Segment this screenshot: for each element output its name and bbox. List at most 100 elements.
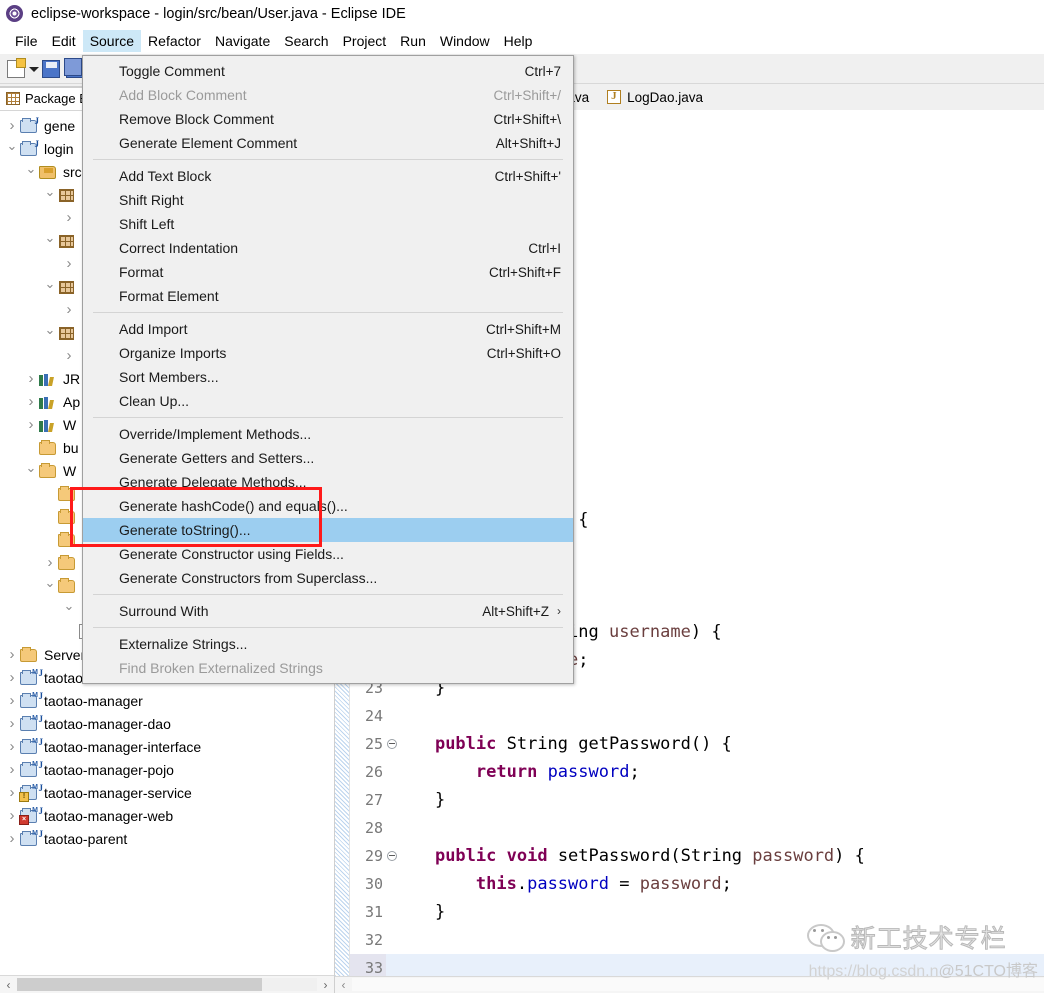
chevron-down-icon[interactable] [42, 326, 58, 340]
library-icon [39, 417, 58, 433]
menu-item-format[interactable]: Format Ctrl+Shift+F [83, 260, 573, 284]
menu-navigate[interactable]: Navigate [208, 30, 277, 52]
code-line[interactable]: this.password = password; [386, 870, 1044, 898]
menu-item-generate-getters-and-setters[interactable]: Generate Getters and Setters... [83, 446, 573, 470]
chevron-down-icon[interactable] [23, 165, 39, 179]
scroll-left-icon[interactable]: ‹ [0, 978, 17, 992]
chevron-right-icon[interactable] [61, 348, 77, 363]
tree-item-label: taotao-manager-dao [44, 715, 171, 732]
chevron-right-icon[interactable] [4, 670, 20, 685]
menu-item-shift-left[interactable]: Shift Left [83, 212, 573, 236]
menu-search[interactable]: Search [277, 30, 335, 52]
chevron-right-icon[interactable] [61, 302, 77, 317]
tree-item-taotao-manager[interactable]: MJtaotao-manager [0, 689, 334, 712]
menu-item-format-element[interactable]: Format Element [83, 284, 573, 308]
menu-item-generate-delegate-methods[interactable]: Generate Delegate Methods... [83, 470, 573, 494]
code-line[interactable]: } [386, 898, 1044, 926]
chevron-down-icon[interactable] [42, 579, 58, 593]
menu-help[interactable]: Help [497, 30, 540, 52]
source-dropdown-menu[interactable]: Toggle Comment Ctrl+7 Add Block Comment Ctr… [82, 55, 574, 684]
tree-item-taotao-manager-web[interactable]: MJtaotao-manager-web [0, 804, 334, 827]
menu-item-remove-block-comment[interactable]: Remove Block Comment Ctrl+Shift+\ [83, 107, 573, 131]
menu-item-add-block-comment: Add Block Comment Ctrl+Shift+/ [83, 83, 573, 107]
code-line[interactable]: public String getPassword() { [386, 730, 1044, 758]
chevron-right-icon[interactable] [4, 647, 20, 662]
menu-item-generate-constructors-from-superclass[interactable]: Generate Constructors from Superclass... [83, 566, 573, 590]
menu-file[interactable]: File [8, 30, 45, 52]
new-icon-glyph [7, 57, 26, 78]
menu-item-generate-constructor-using-fields[interactable]: Generate Constructor using Fields... [83, 542, 573, 566]
menu-item-surround-with[interactable]: Surround With Alt+Shift+Z › [83, 599, 573, 623]
menu-item-correct-indentation[interactable]: Correct Indentation Ctrl+I [83, 236, 573, 260]
chevron-right-icon[interactable] [4, 118, 20, 133]
code-line[interactable] [386, 926, 1044, 954]
menu-item-organize-imports[interactable]: Organize Imports Ctrl+Shift+O [83, 341, 573, 365]
explorer-hscrollbar[interactable]: ‹ › [0, 975, 334, 993]
save-icon[interactable] [40, 58, 62, 80]
code-line[interactable]: return password; [386, 758, 1044, 786]
chevron-right-icon[interactable] [4, 762, 20, 777]
menu-refactor[interactable]: Refactor [141, 30, 208, 52]
tree-item-taotao-manager-service[interactable]: MJtaotao-manager-service [0, 781, 334, 804]
menu-source[interactable]: Source [82, 30, 142, 52]
code-token: public [434, 846, 497, 866]
chevron-right-icon[interactable] [4, 716, 20, 731]
chevron-down-icon[interactable] [61, 602, 77, 616]
menu-item-generate-tostring[interactable]: Generate toString()... [83, 518, 573, 542]
chevron-right-icon[interactable] [61, 256, 77, 271]
chevron-down-icon[interactable] [42, 280, 58, 294]
editor-tab-logdao.java[interactable]: LogDao.java [599, 84, 713, 110]
chevron-right-icon[interactable] [42, 555, 58, 570]
code-line[interactable] [386, 814, 1044, 842]
menu-edit[interactable]: Edit [45, 30, 83, 52]
code-line[interactable]: } [386, 786, 1044, 814]
menu-item-label: Generate Delegate Methods... [119, 474, 307, 490]
chevron-down-icon[interactable] [23, 464, 39, 478]
menu-window[interactable]: Window [433, 30, 497, 52]
chevron-right-icon[interactable] [61, 210, 77, 225]
editor-scroll-left-icon[interactable]: ‹ [335, 978, 352, 992]
menu-item-add-text-block[interactable]: Add Text Block Ctrl+Shift+' [83, 164, 573, 188]
code-line[interactable] [386, 702, 1044, 730]
scroll-right-icon[interactable]: › [317, 978, 334, 992]
menu-item-override-implement-methods[interactable]: Override/Implement Methods... [83, 422, 573, 446]
new-dropdown-arrow-icon[interactable] [28, 58, 39, 80]
menu-item-clean-up[interactable]: Clean Up... [83, 389, 573, 413]
menu-item-sort-members[interactable]: Sort Members... [83, 365, 573, 389]
chevron-down-icon[interactable] [42, 234, 58, 248]
folder-icon [39, 462, 58, 479]
tree-item-taotao-parent[interactable]: MJtaotao-parent [0, 827, 334, 850]
chevron-right-icon[interactable] [23, 394, 39, 409]
menu-project[interactable]: Project [336, 30, 394, 52]
tree-item-taotao-manager-dao[interactable]: MJtaotao-manager-dao [0, 712, 334, 735]
tree-item-taotao-manager-pojo[interactable]: MJtaotao-manager-pojo [0, 758, 334, 781]
code-line[interactable]: public void setPassword(String password)… [386, 842, 1044, 870]
menu-item-shift-right[interactable]: Shift Right [83, 188, 573, 212]
menu-item-generate-hashcode-and-equals[interactable]: Generate hashCode() and equals()... [83, 494, 573, 518]
chevron-right-icon[interactable] [4, 831, 20, 846]
explorer-scroll-trough[interactable] [17, 978, 317, 991]
new-icon[interactable] [5, 57, 27, 80]
menu-item-add-import[interactable]: Add Import Ctrl+Shift+M [83, 317, 573, 341]
chevron-right-icon[interactable] [23, 371, 39, 386]
editor-hscrollbar[interactable]: ‹ [335, 975, 1044, 993]
chevron-right-icon[interactable] [4, 808, 20, 823]
menu-bar[interactable]: File Edit Source Refactor Navigate Search Proj… [0, 28, 1044, 54]
menu-item-generate-element-comment[interactable]: Generate Element Comment Alt+Shift+J [83, 131, 573, 155]
tree-item-taotao-manager-interface[interactable]: MJtaotao-manager-interface [0, 735, 334, 758]
chevron-down-icon[interactable] [4, 142, 20, 156]
chevron-right-icon[interactable] [4, 785, 20, 800]
chevron-right-icon[interactable] [23, 417, 39, 432]
explorer-scroll-thumb[interactable] [17, 978, 262, 991]
menu-item-externalize-strings[interactable]: Externalize Strings... [83, 632, 573, 656]
chevron-down-icon[interactable] [42, 188, 58, 202]
tree-item-label: taotao-manager-web [44, 807, 174, 824]
chevron-right-icon[interactable] [4, 739, 20, 754]
menu-run[interactable]: Run [393, 30, 433, 52]
code-line[interactable] [386, 954, 1044, 976]
chevron-right-icon[interactable] [4, 693, 20, 708]
menu-item-toggle-comment[interactable]: Toggle Comment Ctrl+7 [83, 59, 573, 83]
editor-scroll-trough[interactable] [352, 978, 1044, 992]
